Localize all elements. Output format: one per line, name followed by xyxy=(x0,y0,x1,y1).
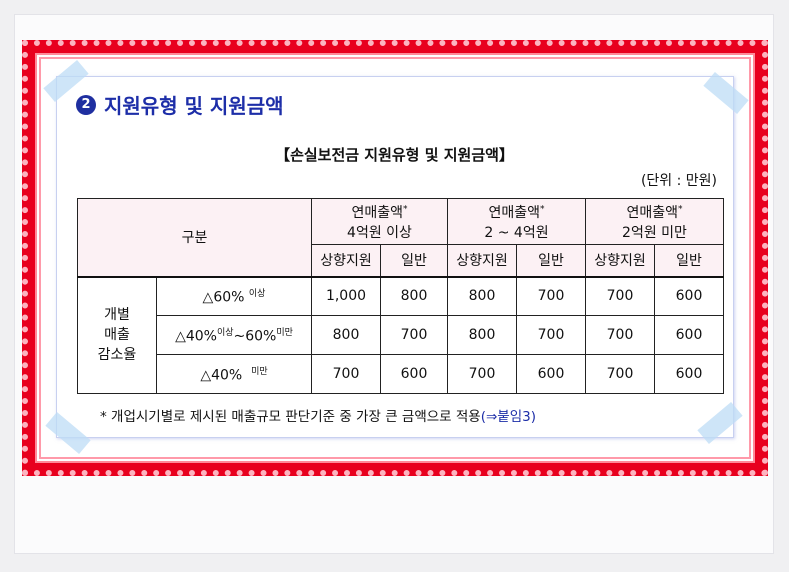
table-row: △40%이상~60%미만 800 700 800 700 700 600 xyxy=(78,315,724,355)
header-group-2: 연매출액* 2 ~ 4억원 xyxy=(447,198,586,245)
group-1-star: * xyxy=(403,203,408,214)
row-label-sup: 이상 xyxy=(248,289,266,300)
subheader-cell: 상향지원 xyxy=(447,244,517,278)
row-group-label: 개별 매출 감소율 xyxy=(77,276,157,394)
subheader-cell: 상향지원 xyxy=(311,244,381,278)
value-cell: 600 xyxy=(654,276,724,316)
row-label-mid: ~60% xyxy=(233,328,277,345)
subheader-cell: 일반 xyxy=(654,244,724,278)
group-1-line2: 4억원 이상 xyxy=(347,224,412,241)
section-heading: 2 지원유형 및 지원금액 xyxy=(76,90,284,119)
value-cell: 800 xyxy=(447,315,517,355)
value-cell: 700 xyxy=(585,354,655,394)
row-label-text: △40% xyxy=(200,367,243,384)
value-cell: 800 xyxy=(380,276,448,316)
table-row: △40% 미만 700 600 700 600 700 600 xyxy=(78,354,724,394)
value-cell: 600 xyxy=(516,354,586,394)
value-cell: 600 xyxy=(654,315,724,355)
header-group-1: 연매출액* 4억원 이상 xyxy=(311,198,448,245)
subheader-cell: 일반 xyxy=(516,244,586,278)
group-3-line1: 연매출액 xyxy=(626,204,679,221)
value-cell: 700 xyxy=(380,315,448,355)
section-title: 지원유형 및 지원금액 xyxy=(104,94,284,118)
value-cell: 1,000 xyxy=(311,276,381,316)
value-cell: 600 xyxy=(654,354,724,394)
value-cell: 700 xyxy=(585,276,655,316)
row-label: △40%이상~60%미만 xyxy=(156,315,312,355)
header-corner: 구분 xyxy=(77,198,312,278)
row-label: △40% 미만 xyxy=(156,354,312,394)
row-label-sup: 이상 xyxy=(216,328,234,339)
section-number-badge: 2 xyxy=(76,94,96,115)
row-label: △60% 이상 xyxy=(156,276,312,316)
group-2-line1: 연매출액 xyxy=(488,204,541,221)
value-cell: 700 xyxy=(447,354,517,394)
group-3-line2: 2억원 미만 xyxy=(622,224,687,241)
value-cell: 700 xyxy=(585,315,655,355)
unit-label: (단위 : 만원) xyxy=(640,173,717,189)
value-cell: 800 xyxy=(311,315,381,355)
support-amount-table: 구분 연매출액* 4억원 이상 연매출액* 2 ~ 4억원 연매출액* 2억원 … xyxy=(77,198,724,394)
row-label-text: △40% xyxy=(175,328,217,345)
group-2-star: * xyxy=(540,203,545,214)
value-cell: 800 xyxy=(447,276,517,316)
row-label-sup: 미만 xyxy=(276,328,293,339)
footnote-reference-link[interactable]: (⇒붙임3) xyxy=(481,409,536,425)
value-cell: 700 xyxy=(311,354,381,394)
value-cell: 700 xyxy=(516,315,586,355)
value-cell: 700 xyxy=(516,276,586,316)
row-label-sup: 미만 xyxy=(251,367,268,378)
subheader-cell: 상향지원 xyxy=(585,244,655,278)
row-group-line: 매출 xyxy=(104,327,130,344)
row-label-text: △60% xyxy=(202,290,245,307)
header-corner-label: 구분 xyxy=(181,230,208,247)
value-cell: 600 xyxy=(380,354,448,394)
footnote-text: * 개업시기별로 제시된 매출규모 판단기준 중 가장 큰 금액으로 적용 xyxy=(100,409,481,425)
header-group-3: 연매출액* 2억원 미만 xyxy=(585,198,724,245)
footnote: * 개업시기별로 제시된 매출규모 판단기준 중 가장 큰 금액으로 적용(⇒붙… xyxy=(100,405,536,425)
row-group-line: 감소율 xyxy=(97,347,137,364)
row-group-line: 개별 xyxy=(104,307,130,324)
table-row: 개별 매출 감소율 △60% 이상 1,000 800 800 700 700 … xyxy=(77,276,724,394)
group-1-line1: 연매출액 xyxy=(351,204,404,221)
group-3-star: * xyxy=(678,203,683,214)
subheader-cell: 일반 xyxy=(380,244,448,278)
group-2-line2: 2 ~ 4억원 xyxy=(484,224,549,241)
table-title: 【손실보전금 지원유형 및 지원금액】 xyxy=(275,146,514,164)
